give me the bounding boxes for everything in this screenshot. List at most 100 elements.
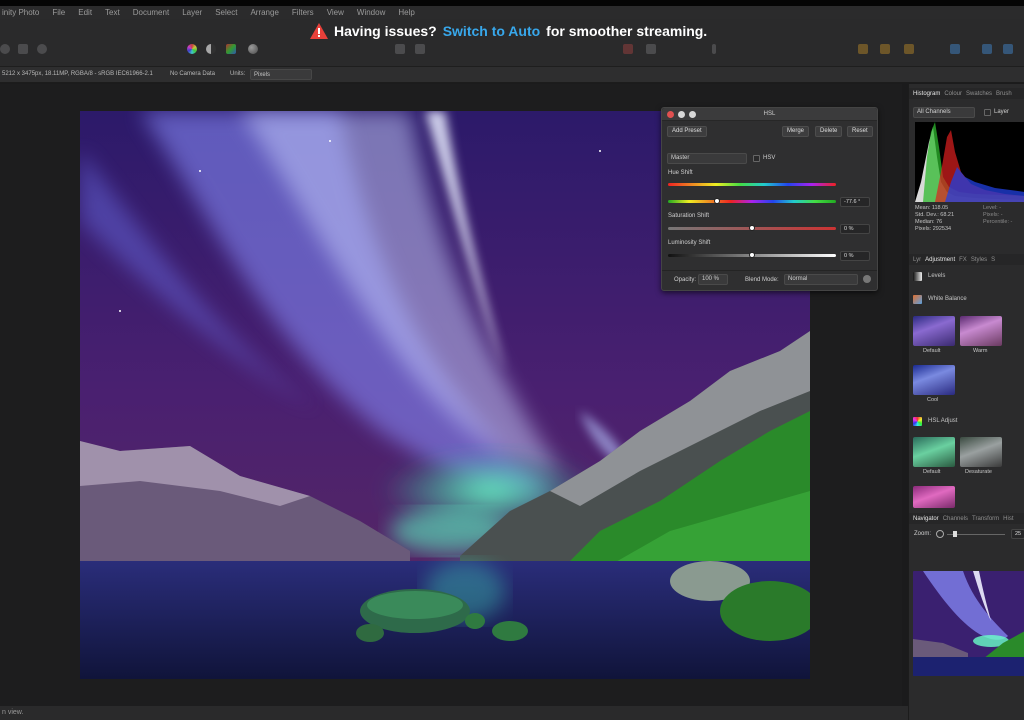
hsl-title: HSL — [763, 111, 776, 117]
reset-button[interactable]: Reset — [847, 126, 873, 137]
selection-icon[interactable] — [395, 44, 405, 54]
hsl-titlebar[interactable]: HSL — [662, 108, 877, 121]
persona-photo-icon[interactable] — [0, 44, 10, 54]
tab-histogram[interactable]: Histogram — [913, 91, 940, 97]
tab-stock[interactable]: S — [991, 257, 995, 263]
luminosity-shift-value[interactable]: 0 % — [840, 251, 870, 261]
hue-shift-slider[interactable] — [668, 200, 836, 203]
tab-fx[interactable]: FX — [959, 257, 967, 263]
tab-adjustment[interactable]: Adjustment — [925, 257, 955, 263]
adjustment-hsl[interactable]: HSL Adjust — [913, 415, 957, 427]
stat-level-pixels: Pixels: - — [983, 212, 1003, 218]
switch-to-auto-link[interactable]: Switch to Auto — [443, 23, 540, 39]
layer-label: Layer — [994, 109, 1010, 115]
zoom-label: Zoom: — [914, 531, 932, 537]
banner-text-suffix: for smoother streaming. — [546, 23, 708, 39]
color-wheel-icon[interactable] — [187, 44, 197, 54]
hsl-preset-default[interactable] — [913, 437, 955, 467]
menu-arrange[interactable]: Arrange — [250, 8, 278, 17]
menu-select[interactable]: Select — [215, 8, 237, 17]
wb-preset-default[interactable] — [913, 316, 955, 346]
adjustment-white-balance[interactable]: White Balance — [913, 293, 967, 305]
hsv-label: HSV — [763, 155, 776, 161]
channel-select[interactable]: Master — [667, 153, 747, 164]
luminosity-shift-value-text: 0 % — [844, 253, 854, 259]
menu-layer[interactable]: Layer — [182, 8, 202, 17]
luminosity-shift-knob[interactable] — [749, 252, 755, 258]
tab-transform[interactable]: Transform — [972, 516, 999, 522]
add-preset-button[interactable]: Add Preset — [667, 126, 707, 137]
user-icon[interactable] — [982, 44, 992, 54]
mask-icon[interactable] — [415, 44, 425, 54]
tab-swatches[interactable]: Swatches — [966, 91, 992, 97]
zoom-out-icon[interactable] — [936, 530, 944, 538]
saturation-shift-value[interactable]: 0 % — [840, 224, 870, 234]
menu-edit[interactable]: Edit — [78, 8, 92, 17]
arrange-icon[interactable] — [880, 44, 890, 54]
hue-shift-value-text: -77.6 ° — [844, 199, 861, 205]
menu-file[interactable]: File — [52, 8, 65, 17]
layer-checkbox[interactable] — [984, 109, 991, 116]
gear-icon[interactable] — [863, 275, 871, 283]
hsl-icon[interactable] — [226, 44, 236, 54]
hsl-preset-third[interactable] — [913, 486, 955, 508]
menu-view[interactable]: View — [327, 8, 344, 17]
units-select[interactable]: Pixels — [250, 69, 312, 80]
adjustment-white-balance-label: White Balance — [928, 296, 967, 302]
opacity-field[interactable]: 100 % — [698, 274, 728, 285]
info-icon[interactable] — [712, 44, 716, 54]
snapping-icon[interactable] — [950, 44, 960, 54]
zoom-slider-knob[interactable] — [953, 531, 957, 537]
navigator-tabs: Navigator Channels Transform Hist — [909, 513, 1024, 524]
tab-styles[interactable]: Styles — [971, 257, 987, 263]
persona-export-icon[interactable] — [37, 44, 47, 54]
tab-channels[interactable]: Channels — [943, 516, 968, 522]
hsv-checkbox[interactable] — [753, 155, 760, 162]
hue-shift-knob[interactable] — [713, 198, 720, 204]
luminosity-shift-label: Luminosity Shift — [668, 240, 711, 246]
hsl-preset-desaturate[interactable] — [960, 437, 1002, 467]
delete-button[interactable]: Delete — [815, 126, 843, 137]
status-text: n view. — [2, 709, 24, 716]
zoom-field[interactable]: 25 — [1011, 529, 1024, 539]
merge-button[interactable]: Merge — [782, 126, 810, 137]
assistant-icon[interactable] — [858, 44, 868, 54]
units-value: Pixels — [254, 72, 271, 78]
menu-document[interactable]: Document — [133, 8, 169, 17]
wb-preset-cool[interactable] — [913, 365, 955, 395]
white-balance-icon — [913, 294, 922, 304]
share-icon[interactable] — [1003, 44, 1013, 54]
streaming-banner: Having issues? Switch to Auto for smooth… — [310, 20, 707, 42]
menu-app[interactable]: inity Photo — [2, 8, 39, 17]
wb-preset-default-label: Default — [923, 348, 941, 354]
blend-mode-select[interactable]: Normal — [784, 274, 858, 285]
tab-colour[interactable]: Colour — [944, 91, 962, 97]
warning-icon — [310, 23, 328, 39]
navigator-preview[interactable] — [913, 571, 1024, 676]
channel-value: Master — [671, 155, 690, 161]
tab-history[interactable]: Hist — [1003, 516, 1013, 522]
channels-select[interactable]: All Channels — [913, 107, 975, 118]
hsl-divider — [662, 270, 877, 271]
tab-layers[interactable]: Lyr — [913, 257, 921, 263]
align-icon[interactable] — [904, 44, 914, 54]
menu-text[interactable]: Text — [105, 8, 120, 17]
wb-preset-warm[interactable] — [960, 316, 1002, 346]
tab-navigator[interactable]: Navigator — [913, 516, 939, 522]
menu-filters[interactable]: Filters — [292, 8, 314, 17]
sphere-icon[interactable] — [248, 44, 258, 54]
transform-icon[interactable] — [623, 44, 633, 54]
contrast-icon[interactable] — [206, 44, 216, 54]
levels-icon — [913, 271, 922, 281]
hue-reference-bar — [668, 183, 836, 186]
persona-liquify-icon[interactable] — [18, 44, 28, 54]
saturation-shift-knob[interactable] — [749, 225, 755, 231]
tab-brush[interactable]: Brush — [996, 91, 1012, 97]
hue-shift-value[interactable]: -77.6 ° — [840, 197, 870, 207]
zoom-value: 25 — [1015, 531, 1022, 537]
menu-window[interactable]: Window — [357, 8, 385, 17]
menu-help[interactable]: Help — [398, 8, 414, 17]
grid-icon[interactable] — [646, 44, 656, 54]
adjustment-levels[interactable]: Levels — [913, 270, 945, 282]
adjustment-tabs: Lyr Adjustment FX Styles S — [909, 254, 1024, 265]
